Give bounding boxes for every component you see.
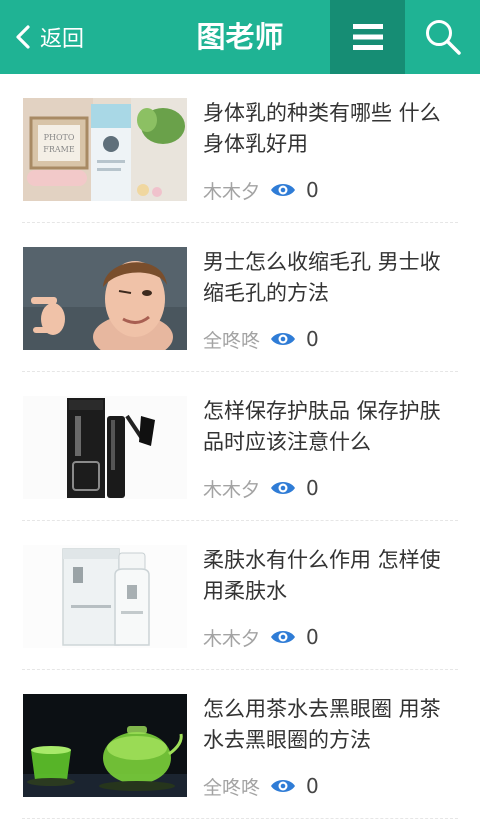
article-title: 身体乳的种类有哪些 什么身体乳好用 [203,101,441,156]
article-author: 木木夕 [203,627,261,650]
article-item[interactable]: PHOTO FRAME 身体乳的种类有哪些 什么身体乳好用 木木夕 0 [22,74,458,223]
toner-bottle-photo [23,545,187,648]
search-icon [425,20,461,55]
article-meta: 全咚咚 0 [203,771,319,801]
eye-icon [271,184,296,196]
eye-icon [271,333,296,345]
article-title: 男士怎么收缩毛孔 男士收缩毛孔的方法 [203,250,441,305]
article-view-count: 0 [306,774,319,798]
article-view-count: 0 [306,625,319,649]
article-thumbnail: PHOTO FRAME [23,98,187,201]
article-view-count: 0 [306,327,319,351]
app-header: 返回 图老师 [0,0,480,74]
article-view-count: 0 [306,178,319,202]
menu-button[interactable] [330,0,405,74]
back-label: 返回 [40,27,85,52]
article-author: 木木夕 [203,478,261,501]
article-meta: 木木夕 0 [203,175,319,205]
article-meta: 全咚咚 0 [203,324,319,354]
mascara-photo [23,396,187,499]
body-lotion-photo: PHOTO FRAME [23,98,187,201]
eye-icon [271,780,296,792]
article-author: 全咚咚 [203,329,261,352]
article-item[interactable]: 怎样保存护肤品 保存护肤品时应该注意什么 木木夕 0 [22,372,458,521]
article-author: 全咚咚 [203,776,261,799]
eye-icon [271,631,296,643]
article-item[interactable]: 怎么用茶水去黑眼圈 用茶水去黑眼圈的方法 全咚咚 0 [22,670,458,819]
article-view-count: 0 [306,476,319,500]
article-thumbnail [23,694,187,797]
svg-text:FRAME: FRAME [43,145,75,154]
article-item[interactable]: 男士怎么收缩毛孔 男士收缩毛孔的方法 全咚咚 0 [22,223,458,372]
article-thumbnail [23,396,187,499]
article-meta: 木木夕 0 [203,622,319,652]
article-item[interactable]: 柔肤水有什么作用 怎样使用柔肤水 木木夕 0 [22,521,458,670]
article-title: 怎样保存护肤品 保存护肤品时应该注意什么 [203,399,441,454]
svg-text:PHOTO: PHOTO [44,133,75,142]
article-thumbnail [23,545,187,648]
green-tea-photo [23,694,187,797]
article-title: 怎么用茶水去黑眼圈 用茶水去黑眼圈的方法 [203,697,441,752]
search-button[interactable] [405,0,480,74]
article-thumbnail [23,247,187,350]
chevron-left-icon [16,25,30,49]
article-author: 木木夕 [203,180,261,203]
back-button[interactable]: 返回 [14,0,84,74]
article-meta: 木木夕 0 [203,473,319,503]
article-title: 柔肤水有什么作用 怎样使用柔肤水 [203,548,441,603]
article-list: PHOTO FRAME 身体乳的种类有哪些 什么身体乳好用 木木夕 0 男士怎么… [0,74,480,819]
eye-icon [271,482,296,494]
hamburger-icon [352,24,383,50]
man-winking-photo [23,247,187,350]
